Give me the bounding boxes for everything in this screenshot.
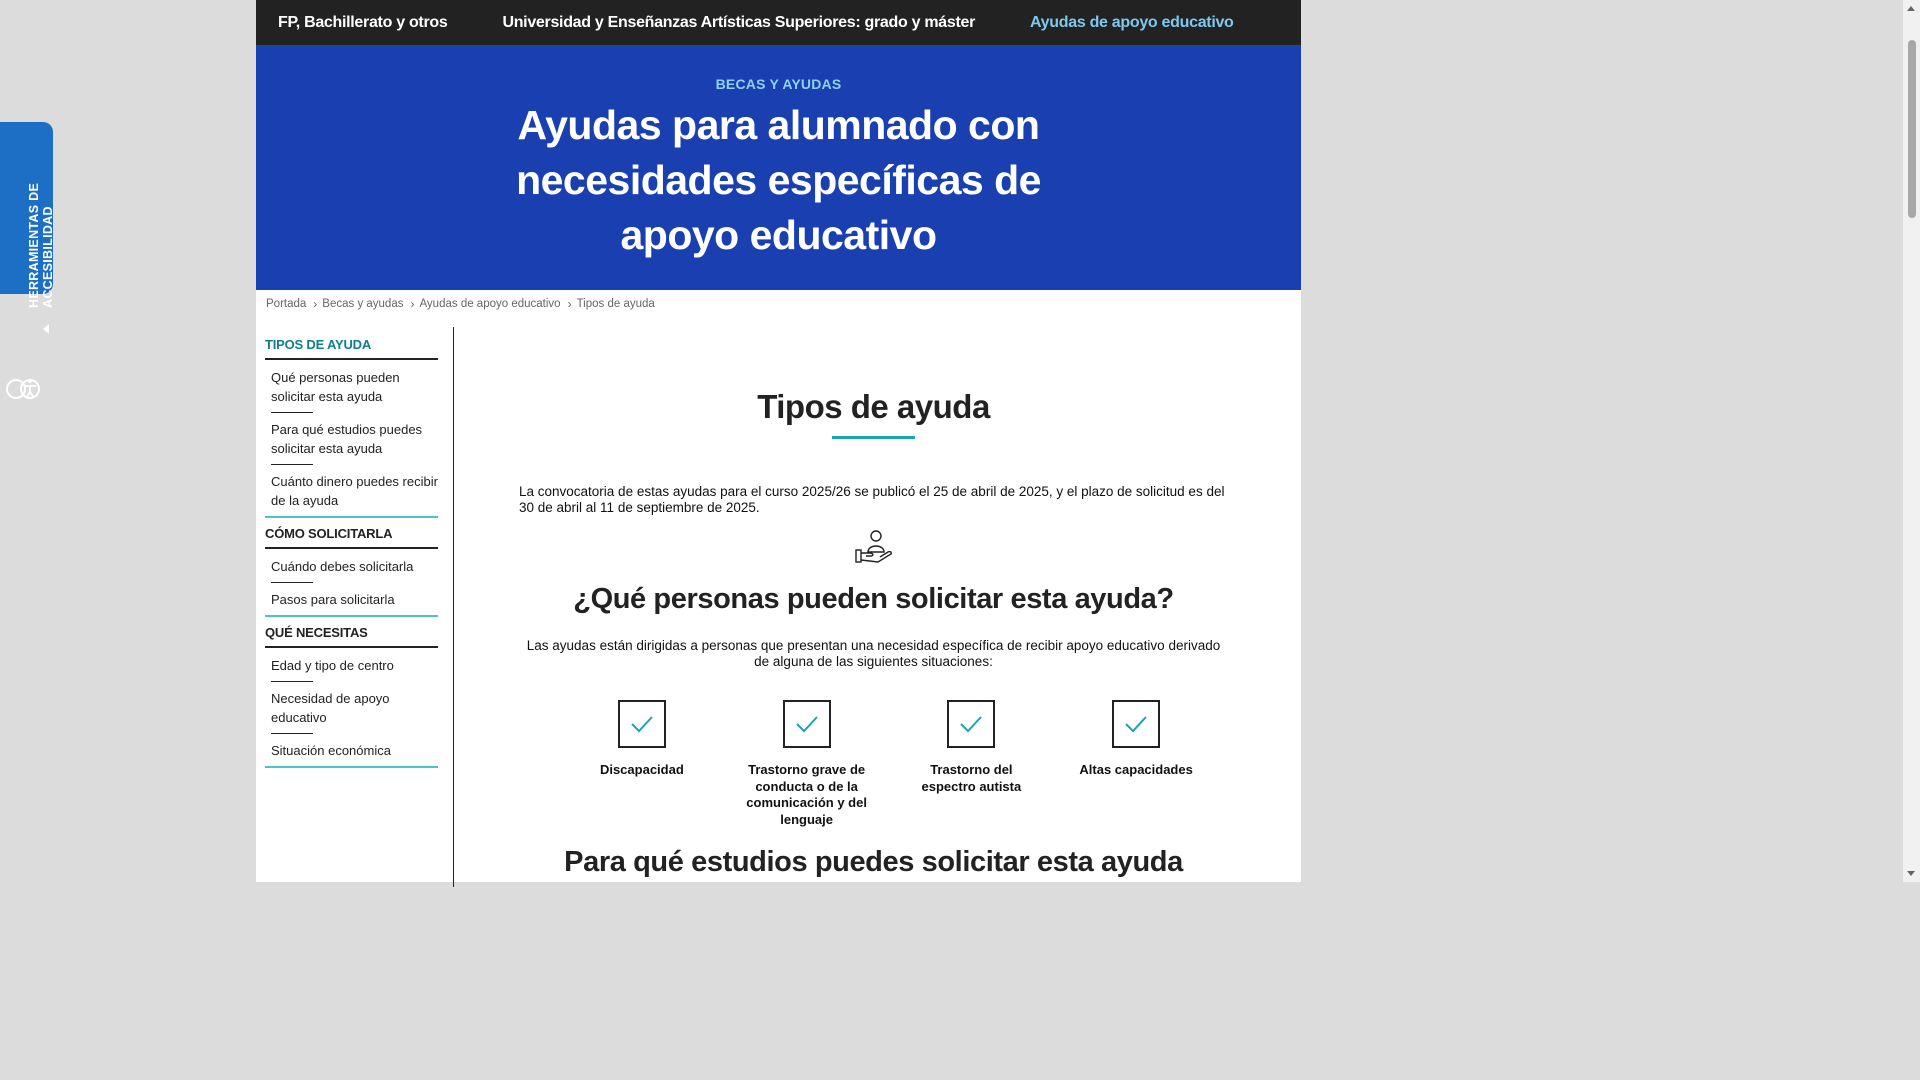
sidebar-item-economica[interactable]: Situación económica bbox=[265, 733, 438, 768]
sidebar-item-edad[interactable]: Edad y tipo de centro bbox=[265, 648, 438, 682]
scroll-up-arrow-icon[interactable] bbox=[1907, 6, 1915, 11]
who-can-apply-desc: Las ayudas están dirigidas a personas qu… bbox=[526, 638, 1221, 669]
sidebar-heading-tipos[interactable]: TIPOS DE AYUDA bbox=[265, 335, 438, 360]
hero-banner: BECAS Y AYUDAS Ayudas para alumnado con … bbox=[256, 45, 1301, 290]
sidebar-item-pasos[interactable]: Pasos para solicitarla bbox=[265, 582, 438, 617]
breadcrumb-item-becas[interactable]: Becas y ayudas bbox=[322, 298, 403, 310]
checkmark-icon bbox=[947, 700, 996, 748]
studies-heading: Para qué estudios puedes solicitar esta … bbox=[564, 846, 1183, 878]
top-navigation: FP, Bachillerato y otros Universidad y E… bbox=[256, 0, 1301, 45]
situations-list: Discapacidad Trastorno grave de conducta… bbox=[577, 700, 1236, 828]
situation-label: Altas capacidades bbox=[1079, 762, 1193, 777]
breadcrumb-item-portada[interactable]: Portada bbox=[266, 298, 306, 310]
sidebar-item-estudios[interactable]: Para qué estudios puedes solicitar esta … bbox=[265, 412, 438, 465]
main-content: Tipos de ayuda La convocatoria de estas … bbox=[511, 380, 1236, 879]
sidebar-item-dinero[interactable]: Cuánto dinero puedes recibir de la ayuda bbox=[265, 464, 438, 518]
chevron-right-icon: › bbox=[567, 297, 572, 311]
checkmark-icon bbox=[617, 700, 666, 748]
chevron-right-icon: › bbox=[313, 297, 318, 311]
sidebar-heading-necesitas[interactable]: QUÉ NECESITAS bbox=[265, 623, 438, 648]
sidebar-item-quien[interactable]: Qué personas pueden solicitar esta ayuda bbox=[265, 360, 438, 413]
sidebar-heading-como[interactable]: CÓMO SOLICITARLA bbox=[265, 524, 438, 549]
breadcrumb: Portada › Becas y ayudas › Ayudas de apo… bbox=[266, 297, 655, 311]
checkmark-icon bbox=[782, 700, 831, 748]
situation-card: Altas capacidades bbox=[1071, 700, 1201, 828]
breadcrumb-item-ayudas[interactable]: Ayudas de apoyo educativo bbox=[419, 298, 560, 310]
accessibility-tools-tab[interactable]: HERRAMIENTAS DE ACCESIBILIDAD bbox=[0, 122, 55, 399]
situation-label: Trastorno grave de conducta o de la comu… bbox=[746, 762, 867, 827]
hero-kicker: BECAS Y AYUDAS bbox=[715, 76, 842, 92]
sidebar-divider bbox=[453, 327, 454, 887]
situation-card: Trastorno grave de conducta o de la comu… bbox=[742, 700, 872, 828]
sidebar-item-cuando[interactable]: Cuándo debes solicitarla bbox=[265, 549, 438, 583]
scroll-down-arrow-icon[interactable] bbox=[1907, 871, 1915, 876]
accessibility-icon bbox=[6, 378, 40, 399]
situation-card: Trastorno del espectro autista bbox=[907, 700, 1037, 828]
page-container: FP, Bachillerato y otros Universidad y E… bbox=[256, 0, 1301, 887]
sidebar-item-necesidad[interactable]: Necesidad de apoyo educativo bbox=[265, 681, 438, 734]
checkmark-icon bbox=[1112, 700, 1161, 748]
page-scrollbar[interactable] bbox=[1903, 0, 1920, 882]
heading-underline bbox=[832, 436, 915, 439]
nav-ayudas-apoyo-educativo[interactable]: Ayudas de apoyo educativo bbox=[1030, 14, 1234, 32]
page-title: Ayudas para alumnado con necesidades esp… bbox=[516, 102, 1041, 258]
intro-text: La convocatoria de estas ayudas para el … bbox=[519, 484, 1225, 515]
chevron-right-icon: › bbox=[410, 297, 415, 311]
accessibility-tools-label: HERRAMIENTAS DE ACCESIBILIDAD bbox=[27, 182, 55, 308]
scrollbar-thumb[interactable] bbox=[1908, 40, 1916, 218]
situation-label: Trastorno del espectro autista bbox=[921, 762, 1022, 794]
situation-card: Discapacidad bbox=[577, 700, 707, 828]
nav-fp-bachillerato[interactable]: FP, Bachillerato y otros bbox=[278, 14, 448, 32]
situation-label: Discapacidad bbox=[599, 762, 684, 777]
breadcrumb-item-current: Tipos de ayuda bbox=[576, 298, 655, 310]
caret-left-icon bbox=[43, 324, 49, 334]
sidebar-nav: TIPOS DE AYUDA Qué personas pueden solic… bbox=[265, 335, 438, 774]
section-heading: Tipos de ayuda bbox=[757, 388, 990, 425]
hand-person-icon bbox=[854, 530, 892, 563]
nav-universidad[interactable]: Universidad y Enseñanzas Artísticas Supe… bbox=[502, 14, 975, 32]
who-can-apply-heading: ¿Qué personas pueden solicitar esta ayud… bbox=[573, 583, 1174, 615]
